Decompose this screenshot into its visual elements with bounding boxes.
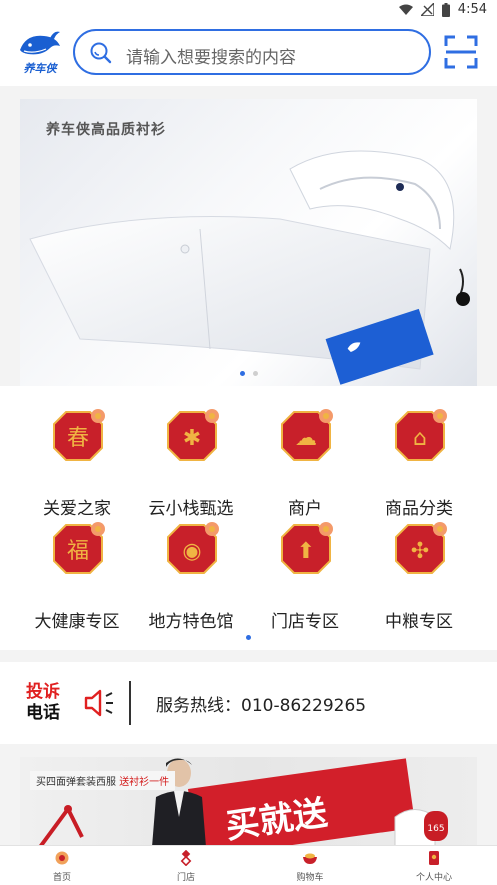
category-grid: 春 关爱之家 ✱ 云小栈甄选 ☁ 商户 ⌂ 商品分类 福 大健康专区 ◉ 地方特… bbox=[0, 386, 497, 650]
no-signal-icon bbox=[420, 3, 434, 16]
banner-carousel[interactable]: 养车侠高品质衬衫 bbox=[20, 99, 477, 386]
battery-icon bbox=[441, 2, 450, 17]
tab-label: 购物车 bbox=[296, 873, 324, 883]
home-icon bbox=[55, 851, 69, 865]
bottom-tab-bar: 首页 门店 购物车 个人中心 bbox=[0, 845, 497, 885]
category-item-health[interactable]: 福 大健康专区 bbox=[15, 519, 139, 632]
category-label: 关爱之家 bbox=[43, 499, 111, 519]
scan-icon[interactable] bbox=[444, 35, 478, 69]
phone-label: 电话 bbox=[26, 703, 60, 723]
complaint-hotline-bar[interactable]: 投诉 电话 服务热线：010-86229265 bbox=[0, 662, 497, 744]
category-label: 商品分类 bbox=[385, 499, 453, 519]
category-item-merchants[interactable]: ☁ 商户 bbox=[243, 406, 367, 519]
category-item-local-specialty[interactable]: ◉ 地方特色馆 bbox=[129, 519, 253, 632]
category-label: 大健康专区 bbox=[34, 612, 120, 632]
pagination-dot-active bbox=[246, 635, 251, 640]
svg-text:春: 春 bbox=[67, 426, 89, 451]
tab-label: 个人中心 bbox=[415, 873, 452, 883]
temple-icon: ⌂ bbox=[395, 409, 447, 461]
category-label: 商户 bbox=[288, 499, 322, 519]
whale-logo-icon bbox=[20, 31, 60, 55]
svg-text:⬆: ⬆ bbox=[297, 539, 315, 564]
category-label: 中粮专区 bbox=[385, 612, 453, 632]
tab-cart[interactable]: 购物车 bbox=[248, 846, 372, 885]
complaint-badge: 投诉 电话 bbox=[26, 682, 60, 724]
svg-text:✣: ✣ bbox=[411, 539, 429, 564]
promo-tagline-highlight: 送衬衫一件 bbox=[119, 777, 170, 788]
svg-text:✱: ✱ bbox=[183, 426, 201, 451]
search-icon bbox=[90, 42, 112, 64]
price-badge: 165 bbox=[424, 811, 448, 841]
banner-pagination bbox=[20, 371, 477, 376]
lantern-icon: ◉ bbox=[167, 522, 219, 574]
svg-text:◉: ◉ bbox=[182, 539, 201, 564]
divider bbox=[129, 681, 131, 725]
status-time: 4:54 bbox=[457, 2, 487, 17]
category-label: 云小栈甄选 bbox=[148, 499, 234, 519]
promo-tagline-text: 买四面弹套装西服 bbox=[36, 777, 120, 788]
category-item-product-categories[interactable]: ⌂ 商品分类 bbox=[357, 406, 481, 519]
category-item-guanai[interactable]: 春 关爱之家 bbox=[15, 406, 139, 519]
store-icon bbox=[180, 850, 192, 866]
tab-home[interactable]: 首页 bbox=[0, 846, 124, 885]
search-placeholder: 请输入想要搜索的内容 bbox=[126, 48, 296, 68]
svg-text:⌂: ⌂ bbox=[413, 426, 427, 451]
chinese-knot-icon: ✣ bbox=[395, 522, 447, 574]
category-item-yunxiaozhan[interactable]: ✱ 云小栈甄选 bbox=[129, 406, 253, 519]
speaker-icon bbox=[84, 689, 113, 717]
tab-store[interactable]: 门店 bbox=[124, 846, 248, 885]
tree-ornament-icon: ✱ bbox=[167, 409, 219, 461]
fu-character-icon: 福 bbox=[53, 522, 105, 574]
pagination-dot bbox=[252, 371, 258, 376]
tab-profile[interactable]: 个人中心 bbox=[372, 846, 496, 885]
tab-label: 首页 bbox=[52, 873, 71, 883]
auspicious-cloud-icon: ☁ bbox=[281, 409, 333, 461]
complaint-label: 投诉 bbox=[26, 682, 60, 702]
category-label: 地方特色馆 bbox=[148, 612, 234, 632]
category-item-cofco[interactable]: ✣ 中粮专区 bbox=[357, 519, 481, 632]
hotline-number[interactable]: 服务热线：010-86229265 bbox=[156, 691, 366, 716]
app-header: 养车侠 请输入想要搜索的内容 bbox=[0, 20, 497, 86]
wifi-icon bbox=[398, 4, 413, 15]
pagination-dot-active bbox=[239, 371, 245, 376]
category-label: 门店专区 bbox=[271, 612, 339, 632]
banner-caption: 养车侠高品质衬衫 bbox=[46, 122, 166, 138]
app-logo[interactable]: 养车侠 bbox=[16, 28, 64, 76]
tab-label: 门店 bbox=[176, 873, 195, 883]
svg-text:福: 福 bbox=[67, 539, 89, 564]
svg-text:☁: ☁ bbox=[295, 426, 317, 451]
status-icons: 4:54 bbox=[398, 2, 487, 17]
promo-banner[interactable]: 买就送 买四面弹套装西服 送衬衫一件 165 bbox=[20, 757, 477, 847]
promo-tagline: 买四面弹套装西服 送衬衫一件 bbox=[30, 771, 176, 790]
spring-festival-icon: 春 bbox=[53, 409, 105, 461]
category-pagination bbox=[0, 635, 497, 640]
cart-icon bbox=[303, 853, 317, 864]
shirt-image bbox=[29, 150, 470, 385]
profile-icon bbox=[429, 851, 439, 865]
status-bar: 4:54 bbox=[0, 0, 497, 20]
search-bar[interactable]: 请输入想要搜索的内容 bbox=[73, 29, 431, 75]
category-item-stores[interactable]: ⬆ 门店专区 bbox=[243, 519, 367, 632]
firework-icon: ⬆ bbox=[281, 522, 333, 574]
logo-text: 养车侠 bbox=[23, 62, 57, 75]
